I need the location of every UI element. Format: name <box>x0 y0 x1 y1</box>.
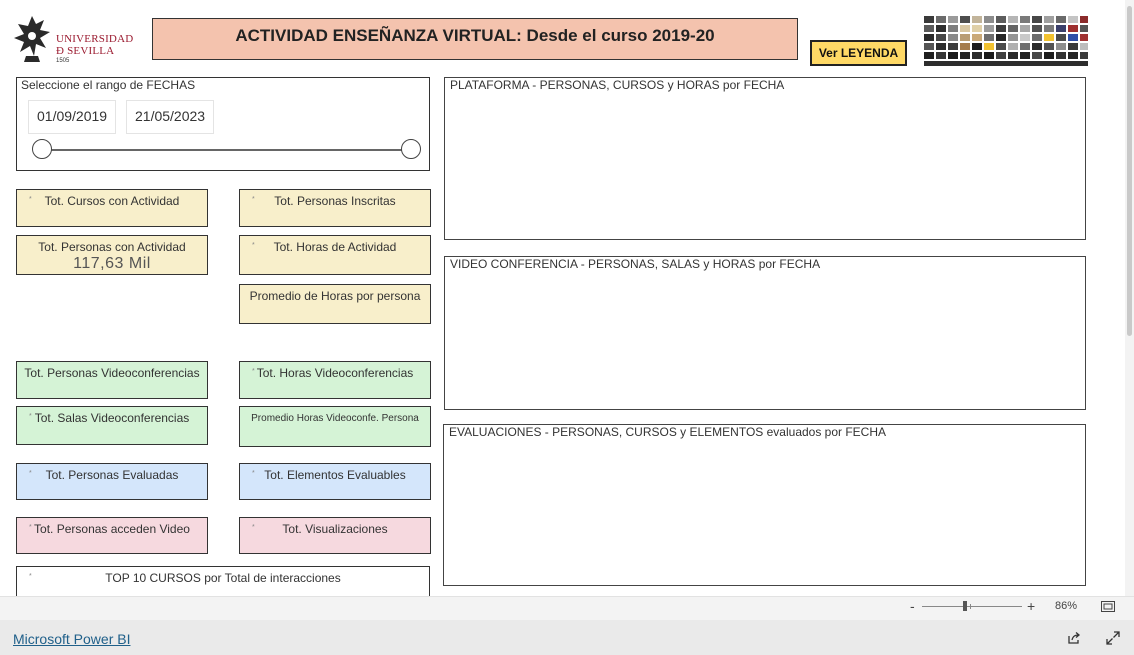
chart-videoconferencia[interactable]: VIDEO CONFERENCIA - PERSONAS, SALAS y HO… <box>444 256 1086 410</box>
zoom-in-button[interactable]: + <box>1027 598 1035 614</box>
card-label: Tot. Personas acceden Video <box>34 522 190 536</box>
card-personas-inscritas[interactable]: * Tot. Personas Inscritas <box>239 189 431 227</box>
card-indicator: * <box>29 196 32 203</box>
card-label: Tot. Horas de Actividad <box>273 240 397 254</box>
photo-image <box>922 14 1090 66</box>
card-label: Tot. Elementos Evaluables <box>264 468 406 482</box>
table-title: TOP 10 CURSOS por Total de interacciones <box>105 571 341 585</box>
card-indicator: * <box>29 573 32 580</box>
card-personas-videoconferencias[interactable]: Tot. Personas Videoconferencias <box>16 361 208 399</box>
zoom-percent: 86% <box>1055 600 1078 612</box>
card-personas-evaluadas[interactable]: * Tot. Personas Evaluadas <box>16 463 208 500</box>
card-label: Tot. Personas Inscritas <box>274 194 396 208</box>
zoom-default-tick <box>970 604 971 609</box>
card-indicator: * <box>29 470 32 477</box>
chart-evaluaciones[interactable]: EVALUACIONES - PERSONAS, CURSOS y ELEMEN… <box>443 424 1086 586</box>
date-range-filter: Seleccione el rango de FECHAS 01/09/2019… <box>16 77 430 171</box>
card-promedio-videoconferencia[interactable]: Promedio Horas Videoconfe. Persona <box>239 406 431 447</box>
card-promedio-horas[interactable]: Promedio de Horas por persona <box>239 284 431 324</box>
card-indicator: * <box>252 196 255 203</box>
share-icon[interactable] <box>1067 631 1081 645</box>
zoom-out-button[interactable]: - <box>910 598 915 614</box>
card-indicator: * <box>252 242 255 249</box>
card-indicator: * <box>252 470 255 477</box>
date-slider-end-handle[interactable] <box>401 139 421 159</box>
card-personas-acceden-video[interactable]: * Tot. Personas acceden Video <box>16 517 208 554</box>
card-indicator: * <box>252 368 255 375</box>
card-indicator: * <box>252 524 255 531</box>
card-label: Tot. Salas Videoconferencias <box>34 411 190 425</box>
header-photo-mosaic <box>922 14 1090 66</box>
top10-cursos-table[interactable]: * TOP 10 CURSOS por Total de interaccion… <box>16 566 430 596</box>
card-elementos-evaluables[interactable]: * Tot. Elementos Evaluables <box>239 463 431 500</box>
card-label: Tot. Visualizaciones <box>282 522 388 536</box>
logo-text-line1: UNIVERSIDAD <box>56 33 134 45</box>
card-personas-actividad[interactable]: Tot. Personas con Actividad 117,63 Mil <box>16 235 208 275</box>
university-logo: UNIVERSIDAD Ð SEVILLA 1505 <box>10 12 138 66</box>
card-visualizaciones[interactable]: * Tot. Visualizaciones <box>239 517 431 554</box>
chart-title: VIDEO CONFERENCIA - PERSONAS, SALAS y HO… <box>450 257 821 271</box>
logo-year: 1505 <box>56 58 70 64</box>
logo-text-line2: Ð SEVILLA <box>56 45 115 57</box>
card-label: Tot. Cursos con Actividad <box>44 194 180 208</box>
card-indicator: * <box>29 413 32 420</box>
card-label: Tot. Personas Evaluadas <box>45 468 179 482</box>
date-slider-track[interactable] <box>42 149 412 151</box>
expand-icon[interactable] <box>1106 631 1120 645</box>
date-slider-start-handle[interactable] <box>32 139 52 159</box>
legend-button[interactable]: Ver LEYENDA <box>810 40 907 66</box>
report-title: ACTIVIDAD ENSEÑANZA VIRTUAL: Desde el cu… <box>152 18 798 60</box>
card-horas-videoconferencias[interactable]: * Tot. Horas Videoconferencias <box>239 361 431 399</box>
report-canvas: UNIVERSIDAD Ð SEVILLA 1505 ACTIVIDAD ENS… <box>0 0 1125 596</box>
card-label: Promedio de Horas por persona <box>249 289 421 303</box>
zoom-slider-handle[interactable] <box>963 601 967 611</box>
power-bi-link[interactable]: Microsoft Power BI <box>13 631 130 647</box>
card-label: Tot. Personas Videoconferencias <box>24 366 200 380</box>
chart-title: EVALUACIONES - PERSONAS, CURSOS y ELEMEN… <box>449 425 887 439</box>
zoom-slider-track[interactable] <box>922 606 1022 607</box>
fit-to-page-icon[interactable] <box>1101 601 1115 612</box>
card-label: Tot. Personas con Actividad <box>38 240 186 254</box>
card-value: 117,63 Mil <box>73 255 151 272</box>
vertical-scroll-thumb[interactable] <box>1127 6 1132 336</box>
footer-bar <box>0 620 1134 655</box>
date-filter-label: Seleccione el rango de FECHAS <box>21 78 196 92</box>
card-horas-actividad[interactable]: * Tot. Horas de Actividad <box>239 235 431 275</box>
card-indicator: * <box>29 524 32 531</box>
card-cursos-actividad[interactable]: * Tot. Cursos con Actividad <box>16 189 208 227</box>
chart-plataforma[interactable]: PLATAFORMA - PERSONAS, CURSOS y HORAS po… <box>444 77 1086 240</box>
end-date-input[interactable]: 21/05/2023 <box>126 100 215 134</box>
card-label: Tot. Horas Videoconferencias <box>256 366 414 380</box>
card-label: Promedio Horas Videoconfe. Persona <box>251 413 419 424</box>
start-date-input[interactable]: 01/09/2019 <box>28 100 117 134</box>
card-salas-videoconferencias[interactable]: * Tot. Salas Videoconferencias <box>16 406 208 445</box>
chart-title: PLATAFORMA - PERSONAS, CURSOS y HORAS po… <box>450 78 785 92</box>
university-seal-icon <box>14 16 50 62</box>
